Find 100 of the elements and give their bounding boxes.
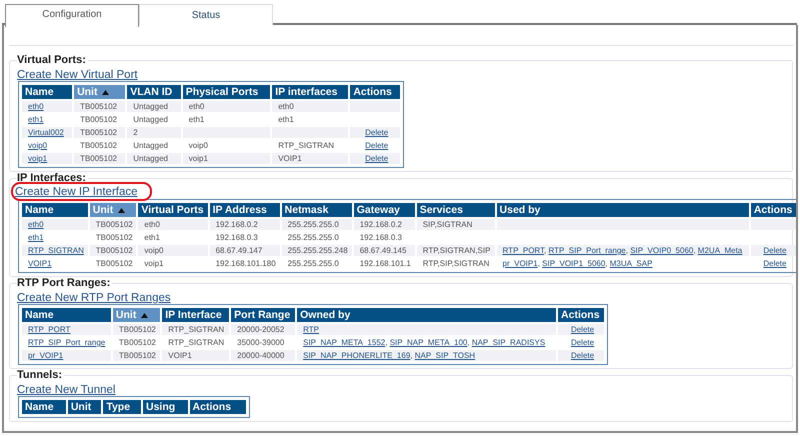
sort-arrow-icon xyxy=(141,312,148,318)
table-cell: RTP_SIGTRAN xyxy=(162,324,230,335)
table-cell: TB005102 xyxy=(74,153,126,164)
separator-text: , xyxy=(410,351,414,360)
table-cell-text: TB005102 xyxy=(94,258,134,269)
table-cell: TB005102 xyxy=(90,219,136,230)
reference-link[interactable]: NAP_SIP_RADISYS xyxy=(472,338,546,347)
column-header[interactable]: Actions xyxy=(558,308,604,322)
column-header[interactable]: Owned by xyxy=(297,308,556,322)
column-header[interactable]: IP interfaces xyxy=(272,85,348,99)
column-header[interactable]: Name xyxy=(22,400,66,414)
column-header[interactable]: Actions xyxy=(190,400,246,414)
create-link[interactable]: Create New Virtual Port xyxy=(17,69,138,81)
table-cell: TB005102 xyxy=(112,350,160,361)
column-header[interactable]: Name xyxy=(22,85,72,99)
reference-link[interactable]: M2UA_Meta xyxy=(698,246,742,255)
separator-text: , xyxy=(385,338,388,347)
separator-text: , xyxy=(626,246,629,255)
table-cell: Untagged xyxy=(127,153,181,164)
table-cell: voip0 xyxy=(138,245,208,256)
create-link[interactable]: Create New Tunnel xyxy=(17,384,116,396)
reference-link[interactable]: NAP_SIP_TOSH xyxy=(414,351,476,360)
table-cell-text: eth1 xyxy=(188,114,206,125)
table-cell-text: 192.168.101.1 xyxy=(358,258,412,269)
separator-text: , xyxy=(544,246,548,255)
reference-link[interactable]: SIP_NAP_META_1552 xyxy=(303,338,386,347)
name-link[interactable]: VOIP1 xyxy=(28,259,52,268)
table-cell: eth0 xyxy=(272,101,348,112)
name-link[interactable]: RTP_SIP_Port_range xyxy=(28,338,106,347)
delete-link[interactable]: Delete xyxy=(763,259,786,268)
sort-arrow-icon xyxy=(118,208,126,213)
table-cell: 255.255.255.248 xyxy=(282,245,352,256)
column-header[interactable]: IP Address xyxy=(210,203,280,217)
column-header[interactable]: Actions xyxy=(350,85,400,99)
column-header[interactable]: Actions xyxy=(750,203,796,217)
table-cell-text: voip0 xyxy=(188,140,209,151)
separator-text: , xyxy=(693,246,697,255)
column-header[interactable]: Used by xyxy=(496,203,749,217)
reference-link[interactable]: M3UA_SAP xyxy=(610,259,652,268)
tab[interactable]: Status xyxy=(139,4,273,25)
column-header[interactable]: IP Interface xyxy=(162,308,230,322)
column-header[interactable]: Netmask xyxy=(282,203,352,217)
table-cell-text: 255.255.255.0 xyxy=(286,258,340,269)
reference-link[interactable]: SIP_VOIP1_5060 xyxy=(542,259,606,268)
column-header[interactable]: Services xyxy=(416,203,495,217)
column-header[interactable]: Port Range xyxy=(231,308,296,322)
column-header[interactable]: Virtual Ports xyxy=(138,203,208,217)
reference-link[interactable]: SIP_NAP_PHONERLITE_169 xyxy=(303,351,410,360)
table-cell: eth0 xyxy=(138,219,208,230)
table-cell-text: 35000-39000 xyxy=(236,337,286,348)
table-cell-text: voip1 xyxy=(143,258,164,269)
section-title: RTP Port Ranges: xyxy=(17,277,112,290)
reference-link[interactable]: SIP_VOIP0_5060 xyxy=(630,246,694,255)
name-link[interactable]: eth0 xyxy=(28,220,44,229)
column-header[interactable]: VLAN ID xyxy=(127,85,181,99)
delete-link[interactable]: Delete xyxy=(570,338,594,347)
reference-link[interactable]: RTP_SIP_Port_range xyxy=(548,246,626,255)
table-cell: SIP,SIGTRAN xyxy=(416,219,495,230)
reference-link[interactable]: RTP_PORT xyxy=(502,246,544,255)
table-cell-text: eth1 xyxy=(143,232,161,243)
reference-link[interactable]: SIP_NAP_META_100 xyxy=(390,338,468,347)
column-header[interactable]: Name xyxy=(22,203,88,217)
create-link[interactable]: Create New RTP Port Ranges xyxy=(17,292,171,304)
table-cell: 255.255.255.0 xyxy=(282,219,352,230)
name-link[interactable]: eth1 xyxy=(28,233,44,242)
table-cell-text: RTP_SIGTRAN xyxy=(167,337,226,348)
table-cell-text: TB005102 xyxy=(79,140,118,151)
name-link[interactable]: voip0 xyxy=(28,141,48,150)
delete-link[interactable]: Delete xyxy=(365,141,388,150)
tab[interactable]: Configuration xyxy=(5,4,139,27)
column-header[interactable]: Type xyxy=(103,400,141,414)
separator-text: , xyxy=(538,259,541,268)
table-cell: RTP,SIGTRAN,SIP xyxy=(416,245,495,256)
table-cell-text: 192.168.101.180 xyxy=(214,258,277,269)
table-cell: Untagged xyxy=(127,101,181,112)
table-cell-text: RTP,SIP,SIGTRAN xyxy=(422,258,490,269)
table-cell-text: TB005102 xyxy=(118,337,157,348)
table-cell: 20000-40000 xyxy=(231,350,296,361)
reference-link[interactable]: RTP xyxy=(303,325,319,334)
table-cell-text: Untagged xyxy=(132,114,169,125)
table-cell: voip1 xyxy=(182,153,270,164)
table-cell: TB005102 xyxy=(112,324,160,335)
table-cell-text: TB005102 xyxy=(79,114,118,125)
column-header[interactable]: Unit xyxy=(68,400,102,414)
table-cell: TB005102 xyxy=(90,245,136,256)
table-cell-text: RTP_SIGTRAN xyxy=(277,140,336,151)
column-header[interactable]: Gateway xyxy=(354,203,415,217)
create-link[interactable]: Create New IP Interface xyxy=(15,186,138,198)
name-link[interactable]: eth1 xyxy=(28,115,44,124)
table-cell: 68.67.49.145 xyxy=(354,245,415,256)
table-cell-text: Untagged xyxy=(132,140,169,151)
table-cell: 2 xyxy=(127,127,181,138)
table-cell-text: eth1 xyxy=(277,114,295,125)
column-header[interactable]: Name xyxy=(22,308,111,322)
column-header[interactable]: Physical Ports xyxy=(182,85,270,99)
table-cell-text: 192.168.0.3 xyxy=(358,232,403,243)
column-header[interactable]: Using xyxy=(142,400,188,414)
table-cell: VOIP1 xyxy=(272,153,348,164)
reference-link[interactable]: pr_VOIP1 xyxy=(502,259,538,268)
table-cell: 68.67.49.147 xyxy=(210,245,280,256)
